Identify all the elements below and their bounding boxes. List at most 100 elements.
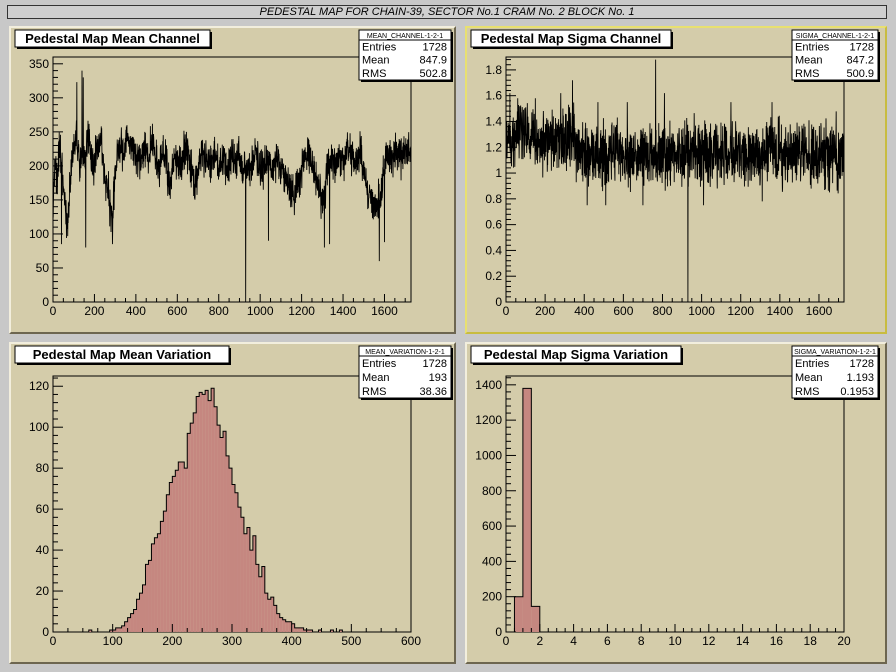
x-tick-label: 1400 [330,304,357,318]
x-tick-label: 0 [50,304,57,318]
canvas-title: PEDESTAL MAP FOR CHAIN-39, SECTOR No.1 C… [7,5,887,19]
histogram-bar [220,437,224,632]
y-tick-label: 80 [36,461,50,475]
y-tick-label: 800 [482,484,502,498]
x-tick-label: 18 [804,634,818,648]
y-tick-label: 0 [495,625,502,639]
histogram-bar [240,517,244,632]
x-tick-label: 1200 [727,304,754,318]
histogram-bar [234,492,238,632]
x-tick-label: 16 [770,634,784,648]
stats-value: 1728 [423,41,447,53]
y-tick-label: 200 [29,159,49,173]
series-line [505,59,845,303]
histogram-bars [514,388,540,632]
pad-sigma-channel[interactable]: 0 200 400 600 800 1000 1200 1400 1600 0 0.2 0.4 0.6 0… [465,26,887,334]
y-tick-label: 1.2 [485,140,502,154]
stats-label: Mean [362,55,390,67]
stats-name: SIGMA_CHANNEL-1-2-1 [796,33,875,40]
histogram-bars [88,388,343,632]
histogram-bar [148,560,152,632]
histogram-bar [163,511,167,632]
stats-value: 847.2 [846,55,874,67]
plot-frame [505,56,845,303]
histogram-bar [243,533,247,632]
x-tick-label: 0 [503,634,510,648]
histogram-bar [211,388,215,632]
stats-label: Entries [362,358,397,370]
x-tick-label: 0 [50,634,57,648]
histogram-bar [160,521,164,632]
x-tick-label: 600 [613,304,633,318]
chart-mean-channel: 0 200 400 600 800 1000 1200 1400 1600 0 50 100 150 20… [14,29,453,318]
x-tick-label: 1200 [288,304,315,318]
chart-title: Pedestal Map Mean Variation [33,347,212,362]
y-tick-label: 600 [482,519,502,533]
histogram-bar [202,394,206,632]
histogram-bar [199,392,203,632]
pad-sigma-variation[interactable]: 0 2 4 6 8 10 12 14 16 18 20 0 200 400 600 800 1000 1200 14… [465,342,887,664]
x-tick-label: 10 [668,634,682,648]
stats-label: Entries [795,358,830,370]
y-tick-label: 40 [36,543,50,557]
y-tick-label: 1.8 [485,63,502,77]
x-tick-label: 500 [341,634,361,648]
x-tick-label: 1400 [766,304,793,318]
x-tick-label: 1000 [247,304,274,318]
histogram-bar [175,470,179,632]
chart-sigma-channel: 0 200 400 600 800 1000 1200 1400 1600 0 0.2 0.4 0.6 0… [470,29,880,318]
chart-sigma-variation: 0 2 4 6 8 10 12 14 16 18 2002004006008001000120014… [470,345,880,648]
chart-mean-variation: 0 100 200 300 400 500 600 0 20 40 60 80 100 120 Pedest… [14,345,453,648]
stats-value: 38.36 [419,386,447,398]
stats-value: 1728 [850,358,874,370]
stats-value: 500.9 [846,68,874,80]
chart-title: Pedestal Map Sigma Variation [484,347,668,362]
histogram-bar [258,576,262,632]
y-tick-label: 0 [495,295,502,309]
histogram-bar [205,390,209,632]
x-tick-label: 12 [702,634,716,648]
stats-label: RMS [795,386,819,398]
y-tick-label: 150 [29,193,49,207]
x-tick-label: 200 [162,634,182,648]
y-tick-label: 0.2 [485,269,502,283]
histogram-bar [294,627,298,632]
y-tick-label: 0.8 [485,192,502,206]
y-tick-label: 100 [29,420,49,434]
y-tick-label: 0 [42,625,49,639]
histogram-bar [297,627,301,632]
y-tick-label: 1.4 [485,114,502,128]
histogram-bar [217,425,221,632]
histogram-bar [169,482,173,632]
stats-value: 1728 [850,41,874,53]
pad-mean-channel[interactable]: 0 200 400 600 800 1000 1200 1400 1600 0 50 100 150 20… [9,26,456,334]
x-tick-label: 100 [103,634,123,648]
y-tick-label: 350 [29,57,49,71]
histogram-bar [208,400,212,632]
histogram-outline [506,387,541,633]
pad-mean-variation[interactable]: 0 100 200 300 400 500 600 0 20 40 60 80 100 120 Pedest… [9,342,456,664]
y-tick-label: 1400 [475,378,502,392]
y-tick-label: 1200 [475,413,502,427]
x-tick-label: 400 [282,634,302,648]
y-tick-label: 1.6 [485,89,502,103]
stats-value: 1.193 [846,372,874,384]
histogram-bar [184,468,188,632]
histogram-bar [514,596,523,632]
x-tick-label: 6 [604,634,611,648]
histogram-bar [190,423,194,632]
histogram-bar [196,396,200,632]
y-tick-label: 300 [29,91,49,105]
stats-value: 1728 [423,358,447,370]
chart-title: Pedestal Map Mean Channel [25,31,200,46]
histogram-bar [249,550,253,632]
histogram-bar [226,455,230,632]
x-tick-label: 400 [574,304,594,318]
histogram-bar [154,537,158,632]
stats-label: Entries [795,41,830,53]
y-tick-label: 100 [29,227,49,241]
histogram-bar [181,462,185,632]
y-tick-label: 0.6 [485,218,502,232]
x-tick-label: 400 [126,304,146,318]
stats-value: 847.9 [419,55,447,67]
